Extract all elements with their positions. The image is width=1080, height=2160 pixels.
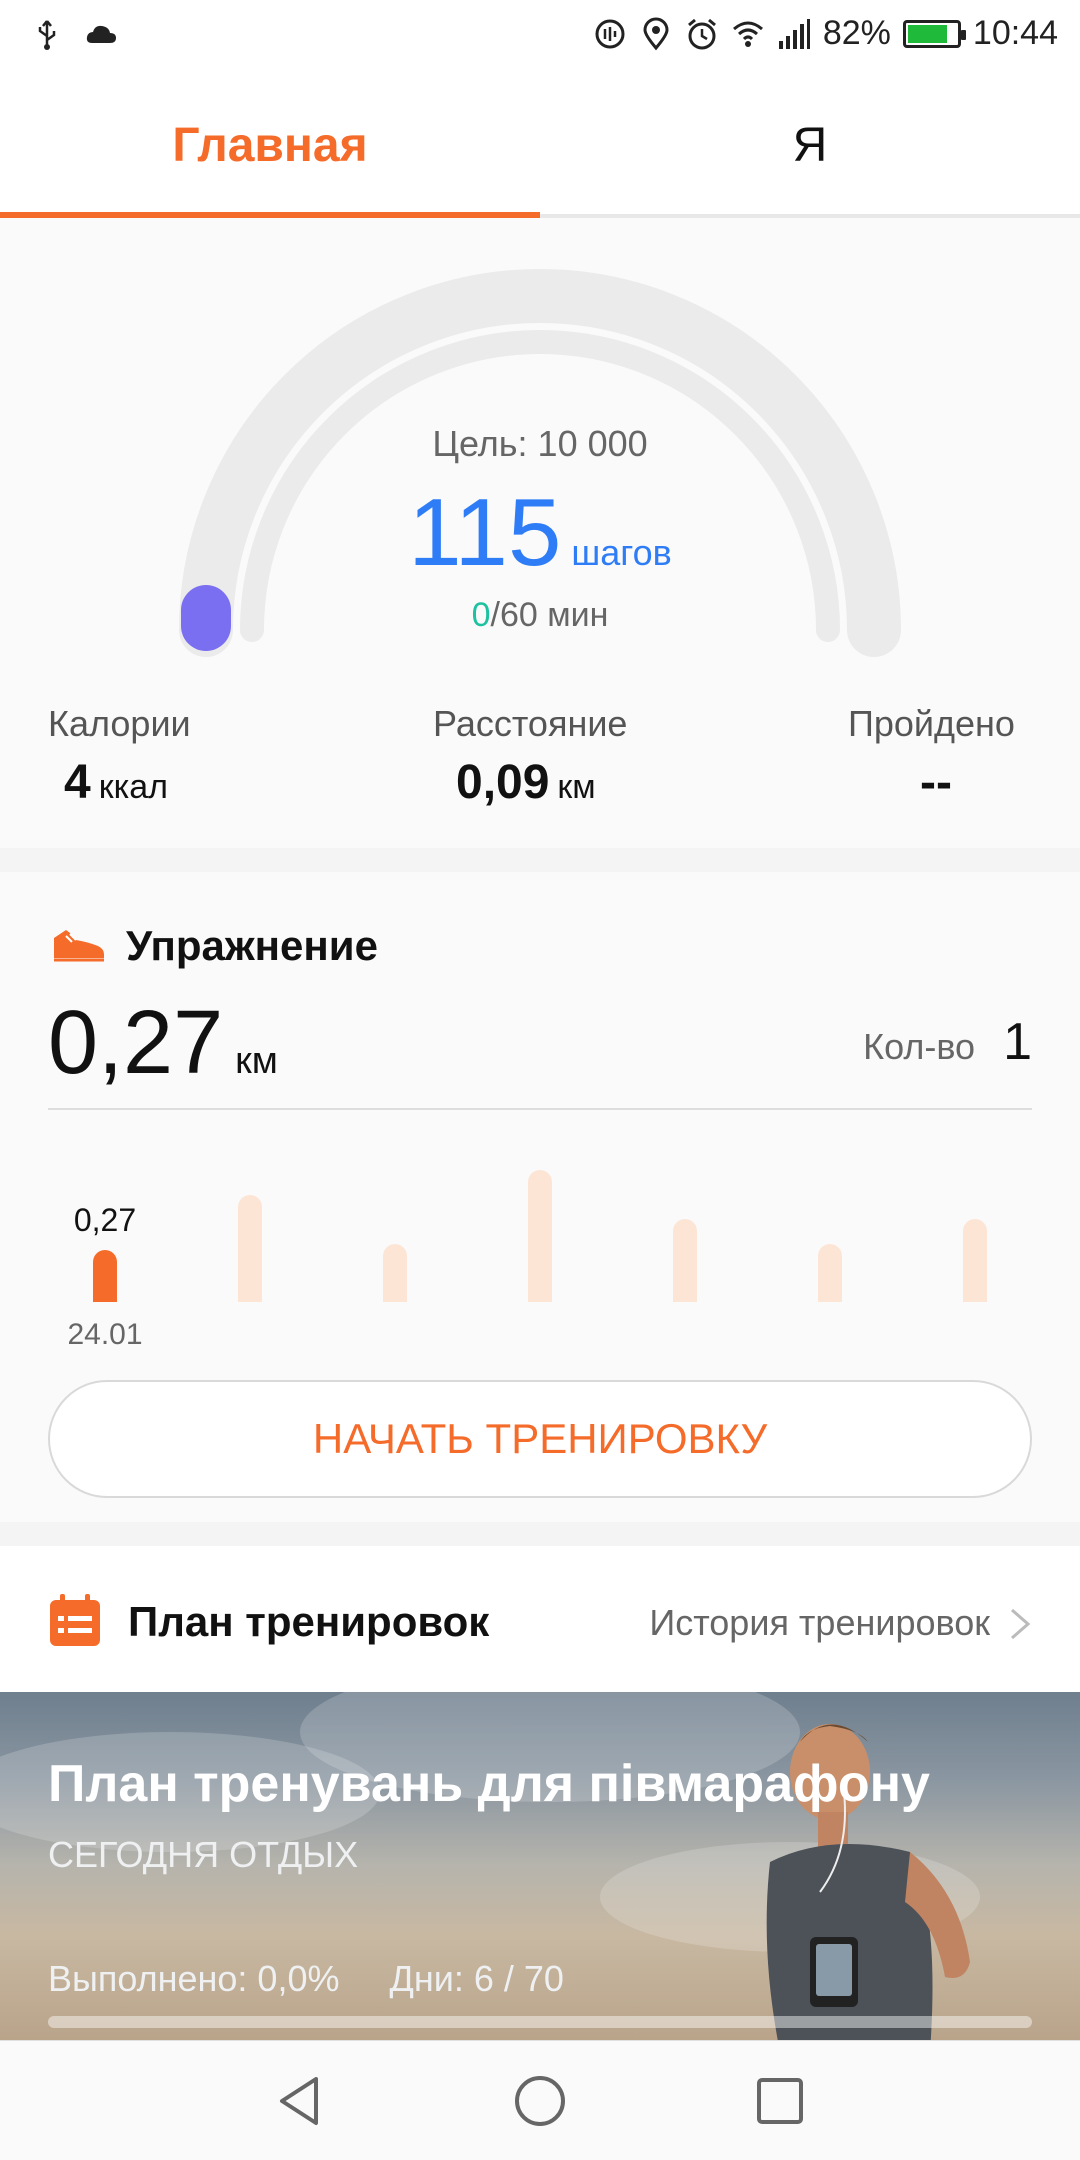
- exercise-count-label: Кол-во: [863, 1026, 976, 1067]
- wifi-icon: [732, 21, 763, 47]
- calories-unit: ккал: [98, 768, 168, 806]
- steps-goal: Цель: 10 000: [432, 423, 648, 464]
- chart-bar-6[interactable]: [963, 1219, 987, 1302]
- exercise-card[interactable]: Упражнение 0,27 км Кол-во 1 0,27 24.01 Н…: [0, 872, 1080, 1522]
- bar-value-label: 0,27: [73, 1202, 137, 1238]
- home-icon[interactable]: [510, 2071, 570, 2131]
- tab-me[interactable]: Я: [540, 72, 1080, 218]
- exercise-count: Кол-во 1: [863, 1012, 1032, 1072]
- bar-date-label: 24.01: [67, 1318, 143, 1351]
- divider: [48, 1108, 1032, 1110]
- chevron-right-icon[interactable]: [1008, 1606, 1032, 1642]
- steps-count: 115: [408, 479, 562, 586]
- plan-completed: Выполнено: 0,0%: [48, 1958, 340, 1999]
- steps-count-line: 115 шагов: [0, 478, 1080, 588]
- distance-label: Расстояние: [433, 703, 628, 744]
- plan-progress-bar: [48, 2016, 1032, 2028]
- location-icon: [643, 17, 669, 50]
- calories-value-line: 4 ккал: [64, 755, 168, 810]
- calories-label: Калории: [48, 703, 191, 744]
- start-workout-button[interactable]: НАЧАТЬ ТРЕНИРОВКУ: [48, 1380, 1032, 1498]
- steps-card[interactable]: Цель: 10 000 115 шагов 0/60 мин Калории …: [0, 218, 1080, 848]
- running-shoe-icon: [54, 930, 104, 962]
- calories-value: 4: [64, 756, 91, 809]
- plan-progress-info: Выполнено: 0,0% Дни: 6 / 70: [48, 1958, 564, 2000]
- half-marathon-plan-card[interactable]: План тренувань для півмарафону СЕГОДНЯ О…: [0, 1692, 1080, 2040]
- chart-bar-2[interactable]: [383, 1244, 407, 1302]
- usb-icon: [38, 20, 56, 50]
- exercise-distance-unit: км: [235, 1040, 278, 1082]
- daily-stats: Калории 4 ккал Расстояние 0,09 км Пройдено…: [0, 703, 1080, 843]
- plan-banner-title: План тренувань для півмарафону: [48, 1755, 930, 1813]
- data-saver-icon: [595, 19, 625, 48]
- exercise-distance: 0,27: [48, 993, 224, 1093]
- top-tabs: Главная Я: [0, 72, 1080, 218]
- distance-value: 0,09: [456, 756, 550, 809]
- cloud-icon: [86, 25, 116, 43]
- active-minutes: 0/60 мин: [0, 596, 1080, 635]
- active-minutes-done: 0: [471, 596, 491, 634]
- chart-bar-0[interactable]: [93, 1250, 117, 1302]
- chart-bar-3[interactable]: [528, 1170, 552, 1302]
- back-icon[interactable]: [270, 2071, 330, 2131]
- plan-days: Дни: 6 / 70: [389, 1958, 564, 1999]
- exercise-bar-chart[interactable]: 0,27 24.01: [0, 1152, 1080, 1352]
- recents-icon[interactable]: [750, 2071, 810, 2131]
- exercise-distance-line: 0,27 км: [48, 992, 278, 1095]
- distance-unit: км: [557, 768, 596, 806]
- calendar-icon: [50, 1594, 100, 1646]
- system-navigation-bar: [0, 2040, 1080, 2160]
- plan-banner-subtitle: СЕГОДНЯ ОТДЫХ: [48, 1834, 359, 1875]
- clock: 10:44: [972, 14, 1058, 52]
- exercise-title: Упражнение: [126, 922, 378, 969]
- battery-percent: 82%: [822, 14, 891, 52]
- passed-label: Пройдено: [848, 703, 1015, 744]
- status-bar: 82% 10:44: [0, 0, 1080, 72]
- battery-icon: [902, 19, 966, 48]
- chart-bar-4[interactable]: [673, 1219, 697, 1302]
- exercise-count-value: 1: [1003, 1013, 1032, 1071]
- chart-bar-5[interactable]: [818, 1244, 842, 1302]
- chart-bar-1[interactable]: [238, 1195, 262, 1302]
- training-history-link[interactable]: История тренировок: [649, 1602, 990, 1644]
- distance-value-line: 0,09 км: [456, 755, 596, 810]
- training-plan-header: План тренировок История тренировок: [0, 1546, 1080, 1692]
- passed-value: --: [920, 756, 952, 809]
- alarm-icon: [687, 18, 716, 49]
- active-minutes-goal: /60 мин: [490, 596, 609, 634]
- steps-unit: шагов: [571, 532, 672, 573]
- tab-home[interactable]: Главная: [0, 72, 540, 218]
- training-plan-title: План тренировок: [128, 1598, 490, 1645]
- signal-icon: [778, 18, 810, 49]
